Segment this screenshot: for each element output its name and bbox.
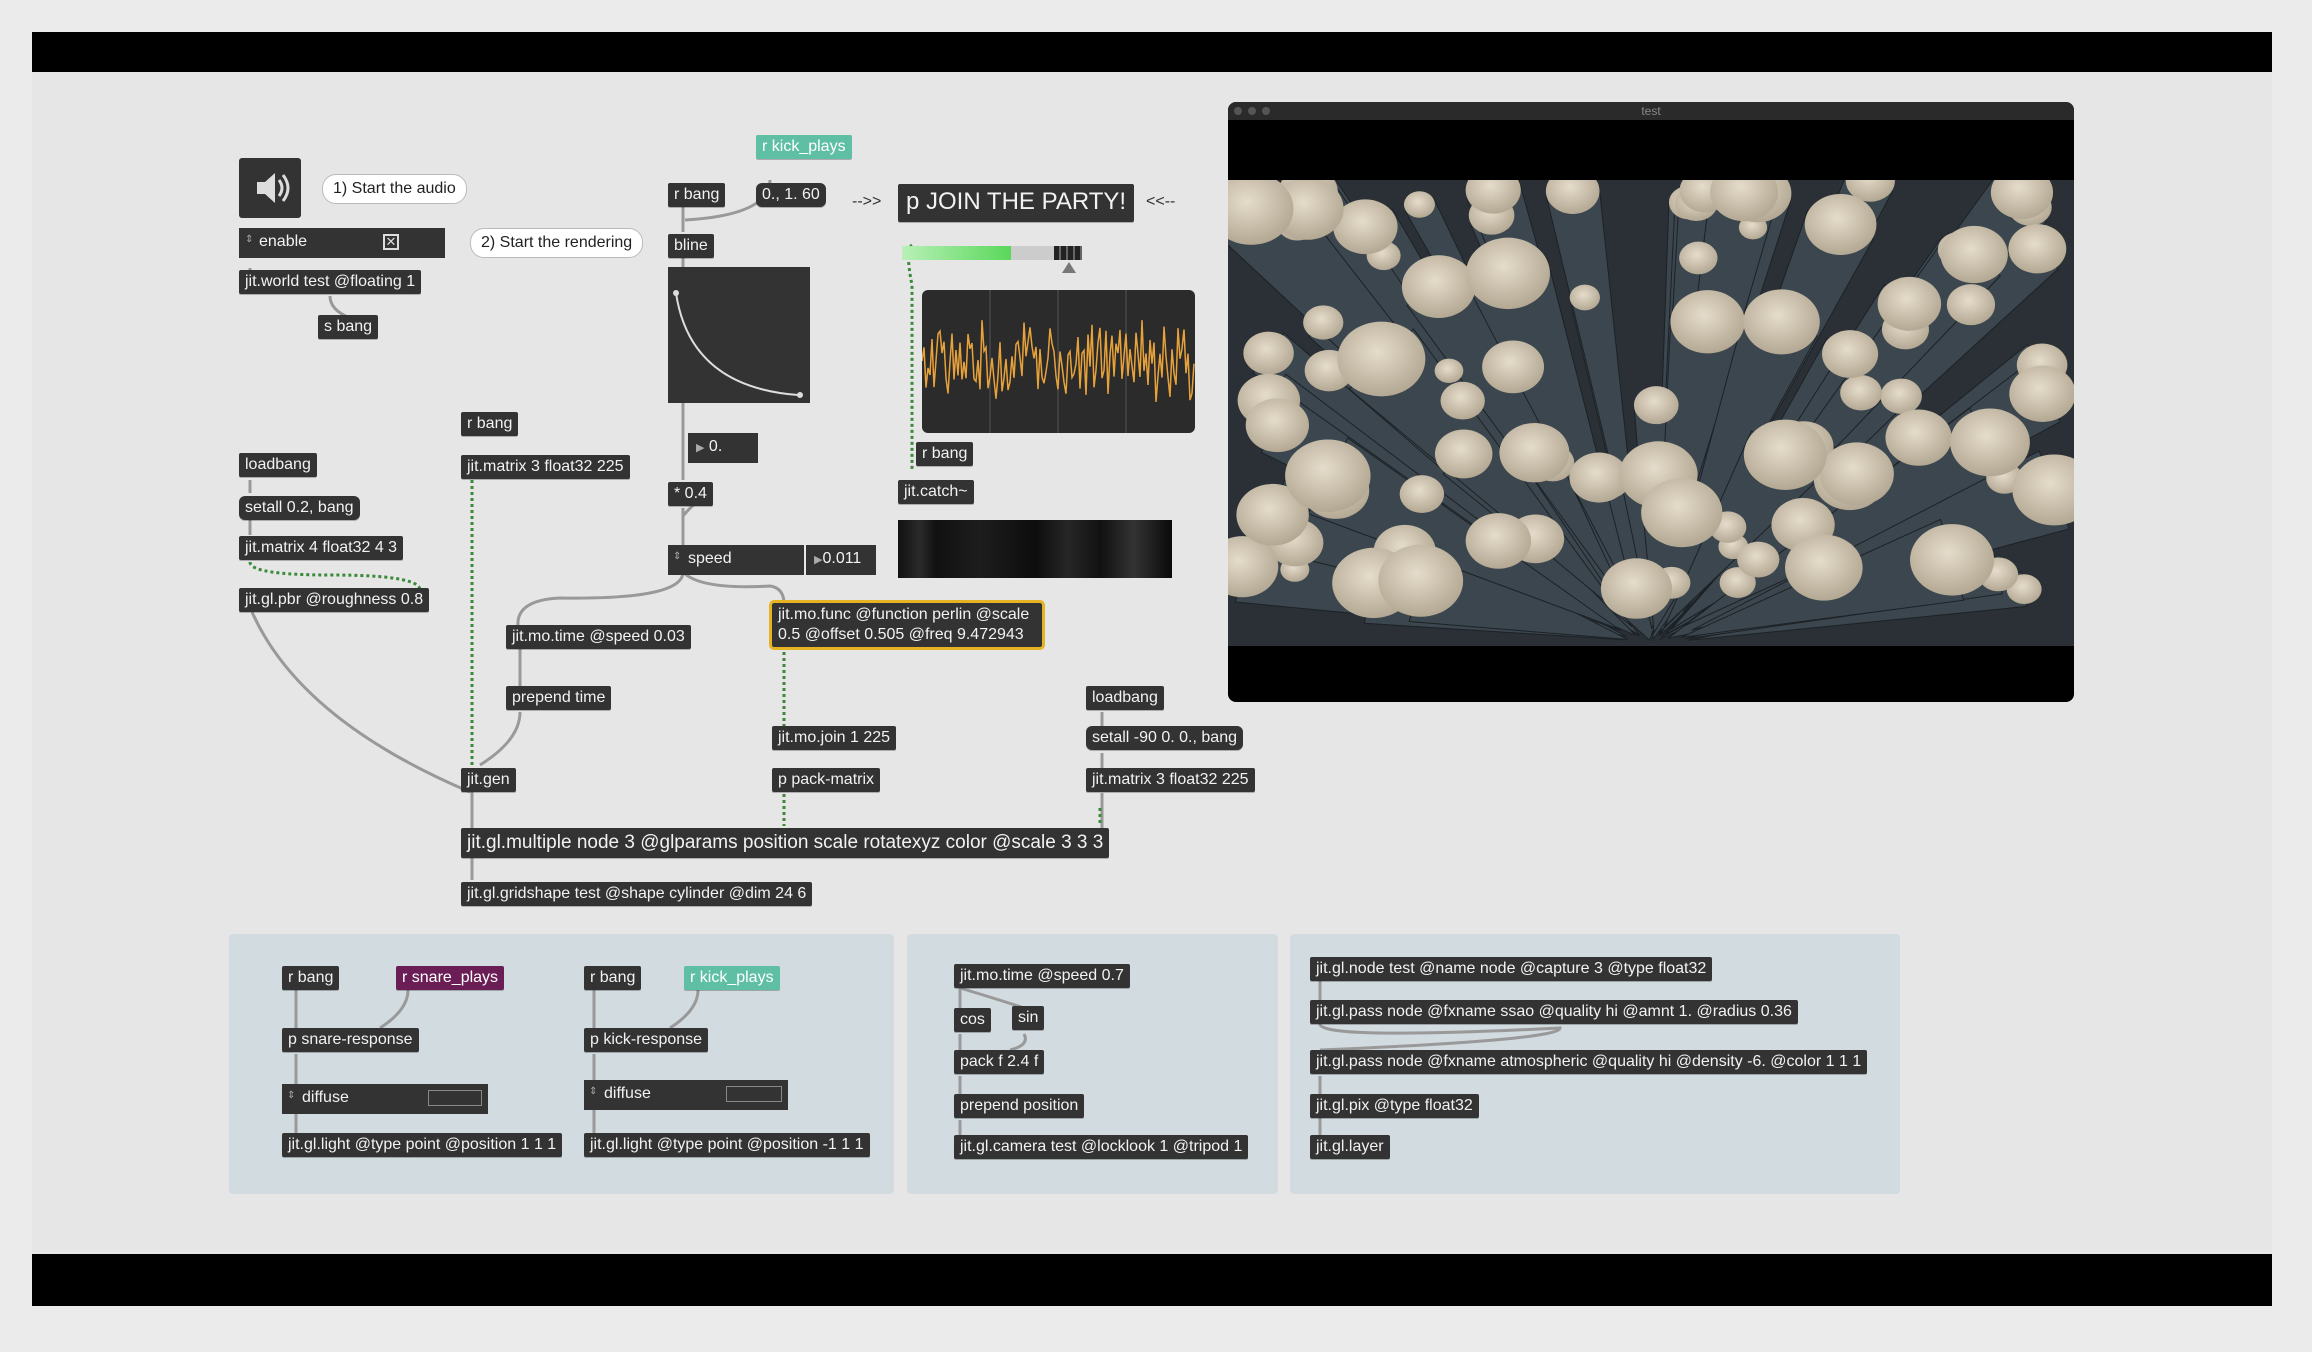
enable-menu[interactable]: ⇕ enable [239, 228, 373, 258]
jit-gen[interactable]: jit.gen [461, 768, 516, 792]
jit-gl-node[interactable]: jit.gl.node test @name node @capture 3 @… [1310, 957, 1713, 981]
kick-response-subpatch[interactable]: p kick-response [584, 1028, 709, 1052]
jit-mo-time-camera[interactable]: jit.mo.time @speed 0.7 [954, 964, 1130, 988]
jit-mo-time[interactable]: jit.mo.time @speed 0.03 [506, 625, 691, 649]
pack-object[interactable]: pack f 2.4 f [954, 1050, 1045, 1074]
jit-gl-pix[interactable]: jit.gl.pix @type float32 [1310, 1094, 1479, 1118]
receive-kick-plays-panel[interactable]: r kick_plays [684, 966, 780, 990]
speed-menu[interactable]: ⇕ speed [668, 545, 804, 575]
speaker-icon[interactable] [239, 158, 301, 218]
jit-catch[interactable]: jit.catch~ [898, 480, 974, 504]
diffuse-label-snare: diffuse [302, 1089, 349, 1106]
receive-bang-catch[interactable]: r bang [916, 442, 974, 466]
render-window-title: test [1641, 104, 1661, 118]
loadbang-left[interactable]: loadbang [239, 453, 317, 477]
bline[interactable]: bline [668, 234, 714, 258]
jit-gl-light-kick[interactable]: jit.gl.light @type point @position -1 1 … [584, 1133, 870, 1157]
jit-matrix-3[interactable]: jit.matrix 3 float32 225 [461, 455, 630, 479]
color-swatch-snare[interactable] [422, 1084, 488, 1114]
jit-gl-camera[interactable]: jit.gl.camera test @locklook 1 @tripod 1 [954, 1135, 1249, 1159]
jit-mo-func[interactable]: jit.mo.func @function perlin @scale 0.5 … [769, 600, 1045, 650]
float-number-box[interactable]: ▶ 0. [688, 433, 758, 463]
jit-gl-light-snare[interactable]: jit.gl.light @type point @position 1 1 1 [282, 1133, 563, 1157]
arrow-right-comment: <<-- [1146, 193, 1176, 210]
diffuse-menu-snare[interactable]: ⇕ diffuse [282, 1084, 422, 1114]
level-meter [902, 246, 1082, 260]
send-bang[interactable]: s bang [318, 315, 379, 339]
render-window-titlebar[interactable]: test [1228, 102, 2074, 120]
jit-gl-pass-atmospheric[interactable]: jit.gl.pass node @fxname atmospheric @qu… [1310, 1050, 1868, 1074]
jit-matrix-3b[interactable]: jit.matrix 3 float32 225 [1086, 768, 1255, 792]
jit-world[interactable]: jit.world test @floating 1 [239, 270, 422, 294]
setall-left[interactable]: setall 0.2, bang [239, 496, 360, 520]
speed-label: speed [688, 550, 732, 567]
jit-matrix-4[interactable]: jit.matrix 4 float32 4 3 [239, 536, 404, 560]
diffuse-label-kick: diffuse [604, 1085, 651, 1102]
comment-start-audio: 1) Start the audio [322, 174, 467, 204]
receive-bang-kick[interactable]: r bang [584, 966, 642, 990]
receive-kick-plays[interactable]: r kick_plays [756, 135, 852, 159]
prepend-position[interactable]: prepend position [954, 1094, 1085, 1118]
multiply-object[interactable]: * 0.4 [668, 482, 713, 506]
arrow-left-comment: -->> [852, 193, 882, 210]
receive-bang-line[interactable]: r bang [668, 183, 726, 207]
pack-matrix-subpatch[interactable]: p pack-matrix [772, 768, 881, 792]
jit-gl-gridshape[interactable]: jit.gl.gridshape test @shape cylinder @d… [461, 882, 813, 906]
toggle-x-icon[interactable]: ✕ [373, 228, 445, 258]
join-party-subpatch[interactable]: p JOIN THE PARTY! [898, 184, 1135, 222]
receive-snare-plays[interactable]: r snare_plays [396, 966, 505, 990]
receive-bang-snare[interactable]: r bang [282, 966, 340, 990]
meter-threshold-icon[interactable] [1062, 262, 1076, 273]
cos-object[interactable]: cos [954, 1008, 991, 1032]
sin-object[interactable]: sin [1012, 1006, 1045, 1030]
diffuse-menu-kick[interactable]: ⇕ diffuse [584, 1080, 720, 1110]
snare-response-subpatch[interactable]: p snare-response [282, 1028, 419, 1052]
render-scene [1228, 180, 2074, 646]
loadbang-right[interactable]: loadbang [1086, 686, 1164, 710]
spectrum-display [898, 520, 1172, 578]
function-graph[interactable] [668, 267, 810, 403]
jit-gl-layer[interactable]: jit.gl.layer [1310, 1135, 1390, 1159]
prepend-time[interactable]: prepend time [506, 686, 612, 710]
receive-bang-matrix[interactable]: r bang [461, 412, 519, 436]
color-swatch-kick[interactable] [720, 1080, 788, 1110]
jit-gl-multiple[interactable]: jit.gl.multiple node 3 @glparams positio… [461, 828, 1110, 858]
line-message[interactable]: 0., 1. 60 [756, 183, 826, 207]
speed-number-box[interactable]: ▶0.011 [806, 545, 876, 575]
jit-mo-join[interactable]: jit.mo.join 1 225 [772, 726, 897, 750]
oscilloscope [922, 290, 1195, 433]
enable-label: enable [259, 233, 308, 250]
setall-right[interactable]: setall -90 0. 0., bang [1086, 726, 1243, 750]
render-window[interactable]: test [1228, 102, 2074, 702]
jit-gl-pass-ssao[interactable]: jit.gl.pass node @fxname ssao @quality h… [1310, 1000, 1798, 1024]
jit-gl-pbr[interactable]: jit.gl.pbr @roughness 0.8 [239, 588, 430, 612]
comment-start-render: 2) Start the rendering [470, 228, 644, 258]
